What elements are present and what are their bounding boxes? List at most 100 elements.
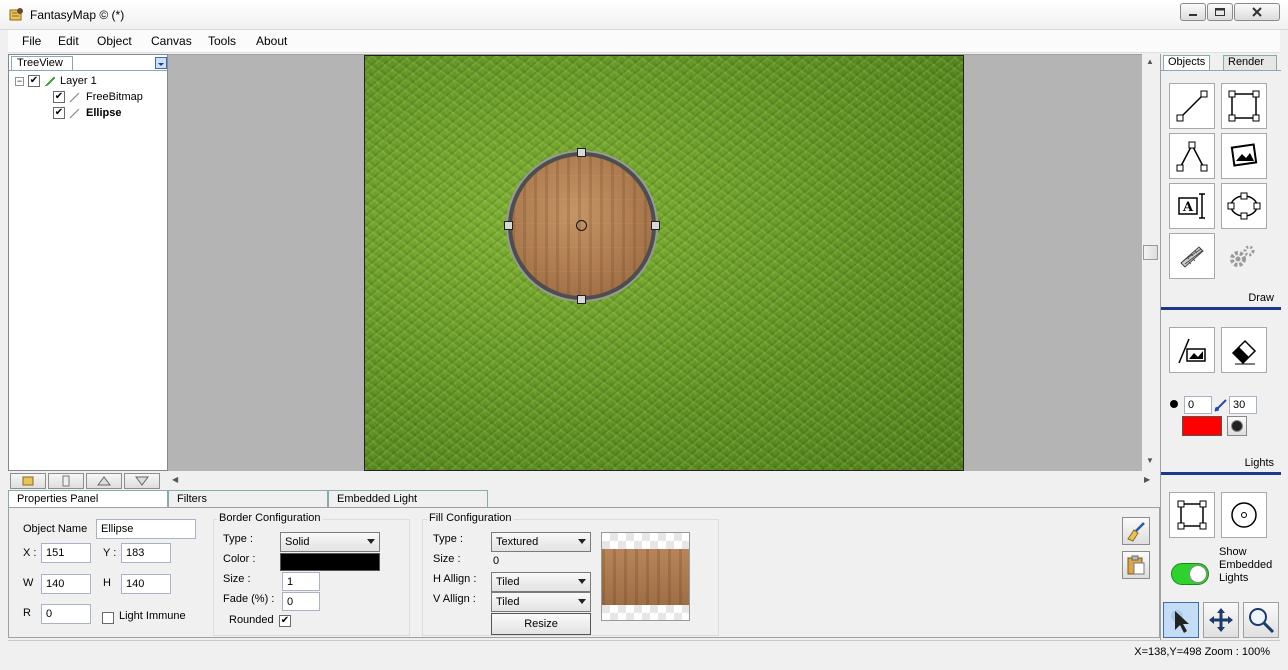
tree-tab-underline	[9, 70, 167, 71]
horizontal-scrollbar[interactable]: ◀ ▶	[168, 471, 1159, 488]
tab-underline	[1161, 70, 1281, 71]
tab-render[interactable]: Render	[1223, 55, 1277, 70]
resize-button[interactable]: Resize	[491, 613, 591, 635]
menu-tools[interactable]: Tools	[202, 34, 242, 48]
menu-object[interactable]: Object	[91, 34, 138, 48]
fill-size-value[interactable]: 0	[493, 555, 499, 567]
tab-embedded-light[interactable]: Embedded Light	[328, 490, 488, 507]
light-size-input-b[interactable]: 30	[1229, 396, 1257, 414]
ellipse-object[interactable]	[504, 148, 660, 304]
paste-style-button[interactable]	[1122, 551, 1150, 579]
tab-properties-panel[interactable]: Properties Panel	[8, 490, 168, 507]
vertical-scroll-thumb[interactable]	[1143, 245, 1158, 260]
rotation-field[interactable]: 0	[41, 604, 91, 624]
move-up-button[interactable]	[86, 473, 122, 489]
pin-icon[interactable]	[155, 57, 167, 69]
wood-texture-swatch	[602, 549, 689, 605]
fill-type-value: Textured	[496, 536, 539, 548]
wall-tool-button[interactable]	[1169, 233, 1215, 279]
maximize-button[interactable]	[1207, 3, 1233, 21]
border-type-label: Type :	[223, 533, 253, 545]
h-label: H	[103, 577, 111, 589]
fill-texture-preview[interactable]	[601, 532, 690, 621]
menu-about[interactable]: About	[250, 34, 293, 48]
eraser-button[interactable]	[1221, 327, 1267, 373]
border-fade-field[interactable]: 0	[282, 592, 320, 611]
resize-handle-top[interactable]	[577, 148, 586, 157]
y-field[interactable]: 183	[121, 543, 171, 563]
border-type-select[interactable]: Solid	[280, 532, 380, 552]
rounded-checkbox[interactable]: ✔	[279, 615, 291, 627]
light-shape-button[interactable]	[1227, 416, 1247, 436]
light-brush-button[interactable]	[1169, 327, 1215, 373]
polyline-tool-button[interactable]	[1169, 133, 1215, 179]
border-size-field[interactable]: 1	[282, 572, 320, 591]
status-text: X=138,Y=498 Zoom : 100%	[1134, 646, 1270, 658]
tree-toolbar	[8, 472, 168, 490]
image-icon	[1230, 143, 1258, 167]
light-color-swatch[interactable]	[1182, 416, 1222, 436]
tab-treeview[interactable]: TreeView	[11, 56, 73, 70]
ellipse-tool-button[interactable]	[1221, 183, 1267, 229]
freebitmap-visibility-checkbox[interactable]: ✔	[53, 91, 65, 103]
section-divider	[1161, 472, 1281, 475]
menu-file[interactable]: File	[16, 34, 47, 48]
fill-type-select[interactable]: Textured	[491, 532, 591, 552]
gear-icon[interactable]	[1227, 244, 1257, 270]
title-bar: FantasyMap © (*)	[0, 0, 1288, 30]
tree-item-ellipse[interactable]: ✔ Ellipse	[53, 105, 121, 121]
zoom-tool-button[interactable]	[1243, 602, 1279, 638]
minimize-button[interactable]	[1180, 3, 1206, 21]
scroll-right-icon[interactable]: ▶	[1144, 475, 1150, 484]
light-size-input-a[interactable]: 0	[1184, 396, 1212, 414]
select-tool-button[interactable]	[1163, 602, 1199, 638]
menu-canvas[interactable]: Canvas	[145, 34, 198, 48]
rectangle-icon	[1228, 90, 1260, 122]
object-name-field[interactable]: Ellipse	[96, 519, 196, 539]
move-down-button[interactable]	[124, 473, 160, 489]
fill-halign-select[interactable]: Tiled	[491, 572, 591, 592]
text-icon: A	[1178, 193, 1205, 219]
resize-handle-right[interactable]	[651, 221, 660, 230]
image-tool-button[interactable]	[1221, 133, 1267, 179]
scroll-up-icon[interactable]: ▲	[1146, 57, 1154, 66]
canvas-area[interactable]	[168, 54, 1142, 471]
light-brush-icon	[1178, 338, 1206, 364]
add-layer-button[interactable]	[10, 473, 46, 489]
close-button[interactable]	[1234, 3, 1280, 21]
width-field[interactable]: 140	[41, 574, 91, 594]
menu-edit[interactable]: Edit	[52, 34, 85, 48]
border-size-label: Size :	[223, 573, 251, 585]
center-marker[interactable]	[576, 220, 587, 231]
rectangle-tool-button[interactable]	[1221, 83, 1267, 129]
line-tool-button[interactable]	[1169, 83, 1215, 129]
tree-item-label: Layer 1	[60, 75, 97, 87]
delete-button[interactable]	[48, 473, 84, 489]
tree-item-freebitmap[interactable]: ✔ FreeBitmap	[53, 89, 143, 105]
resize-handle-left[interactable]	[504, 221, 513, 230]
scroll-down-icon[interactable]: ▼	[1146, 456, 1154, 465]
grass-bitmap[interactable]	[364, 55, 964, 471]
move-tool-button[interactable]	[1203, 602, 1239, 638]
layer-visibility-checkbox[interactable]: ✔	[28, 75, 40, 87]
fill-valign-select[interactable]: Tiled	[491, 592, 591, 612]
ellipse-visibility-checkbox[interactable]: ✔	[53, 107, 65, 119]
show-embedded-lights-toggle[interactable]	[1171, 563, 1209, 585]
tab-objects[interactable]: Objects	[1163, 55, 1211, 70]
height-field[interactable]: 140	[121, 574, 171, 594]
light-immune-checkbox[interactable]	[102, 612, 114, 624]
ellipse-icon	[1227, 192, 1261, 220]
scroll-left-icon[interactable]: ◀	[172, 475, 178, 484]
clipboard-icon	[1127, 555, 1145, 575]
pencil-icon	[69, 92, 80, 103]
tab-filters[interactable]: Filters	[168, 490, 328, 507]
clear-style-button[interactable]	[1122, 517, 1150, 545]
x-field[interactable]: 151	[41, 543, 91, 563]
vertical-scrollbar[interactable]: ▲ ▼	[1142, 54, 1159, 471]
border-color-swatch[interactable]	[280, 553, 380, 571]
tree-item-layer[interactable]: − ✔ Layer 1	[15, 73, 97, 89]
collapse-icon[interactable]: −	[15, 76, 24, 86]
text-tool-button[interactable]: A	[1169, 183, 1215, 229]
resize-handle-bottom[interactable]	[577, 295, 586, 304]
border-config-title: Border Configuration	[217, 512, 323, 524]
